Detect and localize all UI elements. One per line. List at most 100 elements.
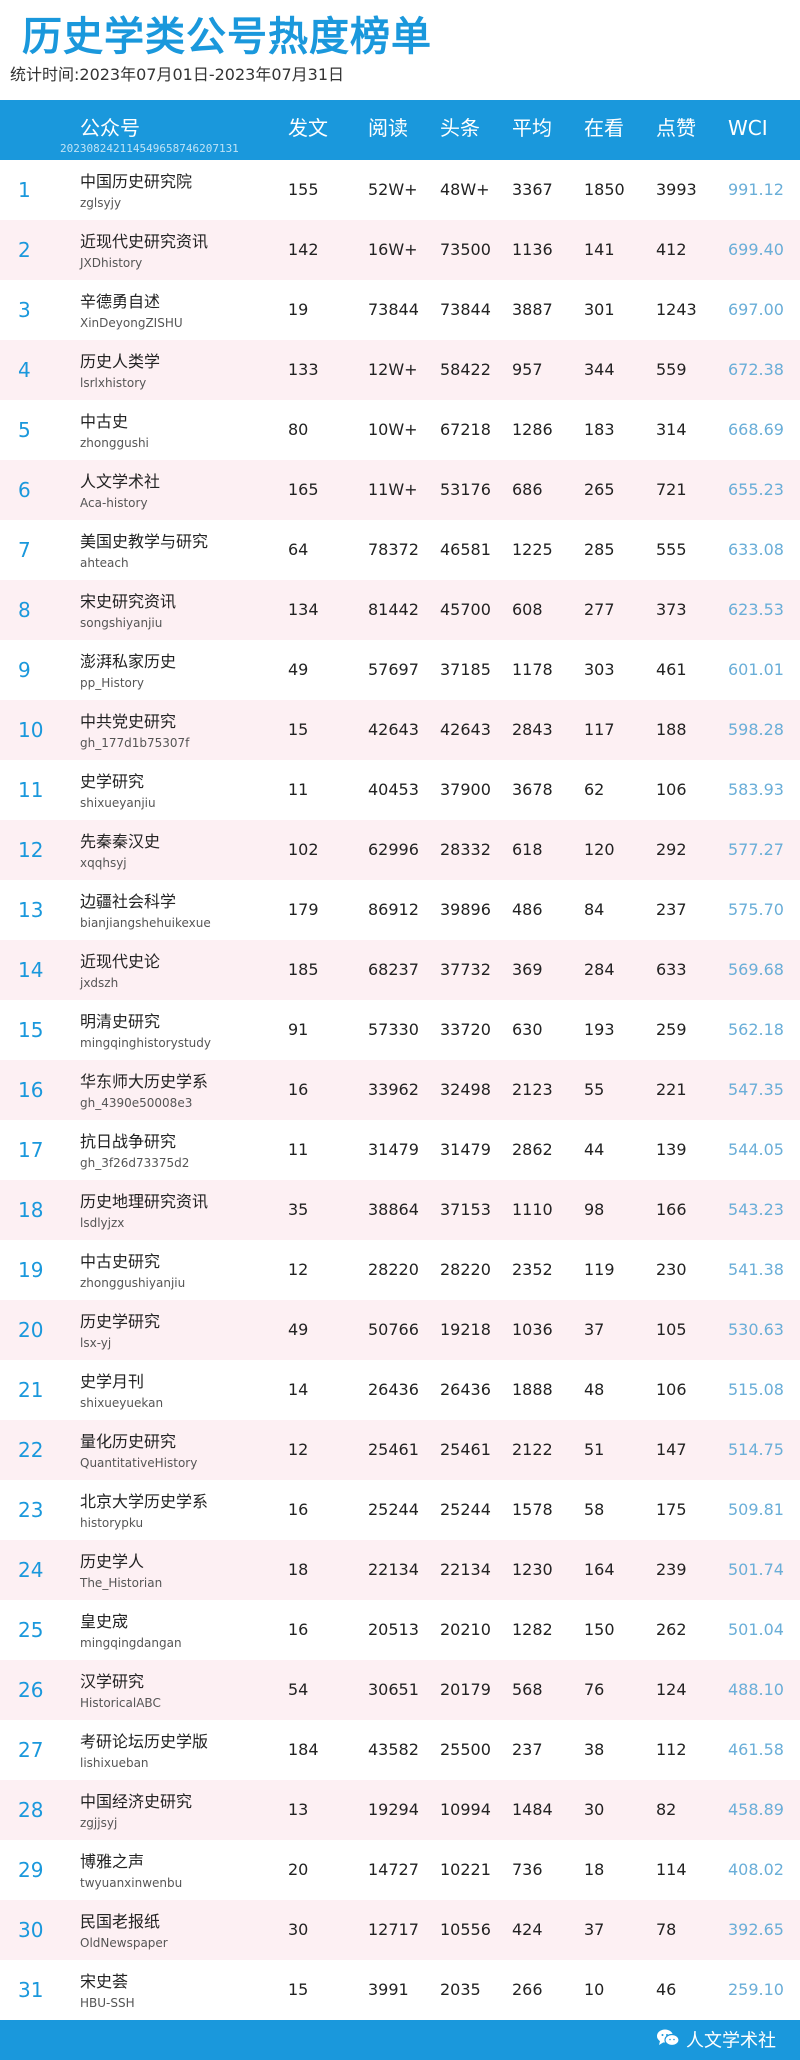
table-row[interactable]: 24 历史学人 The_Historian 18 22134 22134 1230 164 23… [0,1540,800,1600]
account-id: The_Historian [80,1576,163,1590]
table-row[interactable]: 15 明清史研究 mingqinghistorystudy 91 57330 33720 6… [0,1000,800,1060]
account-name[interactable]: 中古史研究 [80,1252,160,1272]
cell-reads: 43582 [368,1740,419,1759]
table-row[interactable]: 27 考研论坛历史学版 lishixueban 184 43582 25500 237 38 1… [0,1720,800,1780]
account-name[interactable]: 宋史研究资讯 [80,592,176,612]
table-row[interactable]: 6 人文学术社 Aca-history 165 11W+ 53176 686 265 721 65… [0,460,800,520]
table-row[interactable]: 9 澎湃私家历史 pp_History 49 57697 37185 1178 303 461 6… [0,640,800,700]
table-row[interactable]: 22 量化历史研究 QuantitativeHistory 12 25461 25461 2… [0,1420,800,1480]
account-name[interactable]: 历史学人 [80,1552,144,1572]
account-name[interactable]: 历史学研究 [80,1312,160,1332]
brand-badge[interactable]: 人文学术社 [656,2028,776,2055]
cell-likes: 114 [656,1860,687,1879]
table-row[interactable]: 10 中共党史研究 gh_177d1b75307f 15 42643 42643 2843 1… [0,700,800,760]
rank-number: 19 [18,1258,44,1282]
account-name[interactable]: 北京大学历史学系 [80,1492,208,1512]
account-id: songshiyanjiu [80,616,163,630]
account-name[interactable]: 博雅之声 [80,1852,144,1872]
table-row[interactable]: 16 华东师大历史学系 gh_4390e50008e3 16 33962 32498 212… [0,1060,800,1120]
account-name[interactable]: 澎湃私家历史 [80,652,176,672]
table-row[interactable]: 25 皇史宬 mingqingdangan 16 20513 20210 1282 150 26… [0,1600,800,1660]
col-account[interactable]: 公众号 [80,116,140,140]
table-row[interactable]: 13 边疆社会科学 bianjiangshehuikexue 179 86912 3989… [0,880,800,940]
table-row[interactable]: 12 先秦秦汉史 xqqhsyj 102 62996 28332 618 120 292 577.… [0,820,800,880]
account-name[interactable]: 先秦秦汉史 [80,832,160,852]
col-likes[interactable]: 点赞 [656,116,696,140]
account-id: gh_3f26d73375d2 [80,1156,190,1170]
col-headline[interactable]: 头条 [440,116,480,140]
cell-looking: 344 [584,360,615,379]
account-name[interactable]: 考研论坛历史学版 [80,1732,208,1752]
account-name[interactable]: 历史地理研究资讯 [80,1192,208,1212]
cell-looking: 183 [584,420,615,439]
account-name[interactable]: 中古史 [80,412,128,432]
table-row[interactable]: 5 中古史 zhonggushi 80 10W+ 67218 1286 183 314 668.6… [0,400,800,460]
cell-avg: 2843 [512,720,553,739]
account-name[interactable]: 明清史研究 [80,1012,160,1032]
account-name[interactable]: 美国史教学与研究 [80,532,208,552]
cell-looking: 120 [584,840,615,859]
col-wci[interactable]: WCI [728,116,768,140]
cell-looking: 10 [584,1980,605,1999]
table-row[interactable]: 2 近现代史研究资讯 JXDhistory 142 16W+ 73500 1136 141 41… [0,220,800,280]
account-name[interactable]: 人文学术社 [80,472,160,492]
account-name[interactable]: 汉学研究 [80,1672,144,1692]
cell-posts: 49 [288,660,309,679]
account-name[interactable]: 史学研究 [80,772,144,792]
table-row[interactable]: 7 美国史教学与研究 ahteach 64 78372 46581 1225 285 555 63… [0,520,800,580]
cell-likes: 112 [656,1740,687,1759]
cell-reads: 14727 [368,1860,419,1879]
table-row[interactable]: 28 中国经济史研究 zgjjsyj 13 19294 10994 1484 30 82 458.… [0,1780,800,1840]
rank-number: 1 [18,178,31,202]
table-row[interactable]: 31 宋史荟 HBU-SSH 15 3991 2035 266 10 46 259.10 [0,1960,800,2020]
account-name[interactable]: 皇史宬 [80,1612,128,1632]
table-row[interactable]: 11 史学研究 shixueyanjiu 11 40453 37900 3678 62 106 5… [0,760,800,820]
account-name[interactable]: 宋史荟 [80,1972,128,1992]
table-row[interactable]: 14 近现代史论 jxdszh 185 68237 37732 369 284 633 569.6… [0,940,800,1000]
account-name[interactable]: 边疆社会科学 [80,892,176,912]
table-row[interactable]: 19 中古史研究 zhonggushiyanjiu 12 28220 28220 2352 1… [0,1240,800,1300]
account-name[interactable]: 中国历史研究院 [80,172,192,192]
table-row[interactable]: 8 宋史研究资讯 songshiyanjiu 134 81442 45700 608 277 3… [0,580,800,640]
col-looking[interactable]: 在看 [584,116,624,140]
table-row[interactable]: 18 历史地理研究资讯 lsdlyjzx 35 38864 37153 1110 98 166 5… [0,1180,800,1240]
account-name[interactable]: 华东师大历史学系 [80,1072,208,1092]
table-row[interactable]: 20 历史学研究 lsx-yj 49 50766 19218 1036 37 105 530.63 [0,1300,800,1360]
cell-avg: 1136 [512,240,553,259]
cell-wci: 408.02 [728,1860,784,1879]
rank-number: 30 [18,1918,44,1942]
table-row[interactable]: 17 抗日战争研究 gh_3f26d73375d2 11 31479 31479 2862 4… [0,1120,800,1180]
cell-headline: 10994 [440,1800,491,1819]
cell-looking: 44 [584,1140,605,1159]
account-name[interactable]: 历史人类学 [80,352,160,372]
account-name[interactable]: 民国老报纸 [80,1912,160,1932]
cell-headline: 10556 [440,1920,491,1939]
account-name[interactable]: 中国经济史研究 [80,1792,192,1812]
account-name[interactable]: 中共党史研究 [80,712,176,732]
table-row[interactable]: 23 北京大学历史学系 historypku 16 25244 25244 1578 58 17… [0,1480,800,1540]
account-name[interactable]: 近现代史研究资讯 [80,232,208,252]
cell-reads: 57330 [368,1020,419,1039]
table-row[interactable]: 30 民国老报纸 OldNewspaper 30 12717 10556 424 37 78 39… [0,1900,800,1960]
col-posts[interactable]: 发文 [288,116,328,140]
cell-headline: 32498 [440,1080,491,1099]
cell-avg: 3678 [512,780,553,799]
table-row[interactable]: 4 历史人类学 lsrlxhistory 133 12W+ 58422 957 344 559 6… [0,340,800,400]
table-row[interactable]: 29 博雅之声 twyuanxinwenbu 20 14727 10221 736 18 114… [0,1840,800,1900]
account-name[interactable]: 近现代史论 [80,952,160,972]
account-name[interactable]: 量化历史研究 [80,1432,176,1452]
account-id: twyuanxinwenbu [80,1876,183,1890]
account-id: ahteach [80,556,129,570]
table-row[interactable]: 3 辛德勇自述 XinDeyongZISHU 19 73844 73844 3887 301 1… [0,280,800,340]
table-row[interactable]: 26 汉学研究 HistoricalABC 54 30651 20179 568 76 124 4… [0,1660,800,1720]
account-name[interactable]: 抗日战争研究 [80,1132,176,1152]
col-avg[interactable]: 平均 [512,116,552,140]
table-row[interactable]: 1 中国历史研究院 zglsyjy 155 52W+ 48W+ 3367 1850 3993 99… [0,160,800,220]
account-id: shixueyanjiu [80,796,156,810]
account-name[interactable]: 史学月刊 [80,1372,144,1392]
rank-number: 2 [18,238,31,262]
table-row[interactable]: 21 史学月刊 shixueyuekan 14 26436 26436 1888 48 106 5… [0,1360,800,1420]
col-reads[interactable]: 阅读 [368,116,408,140]
account-name[interactable]: 辛德勇自述 [80,292,160,312]
account-id: bianjiangshehuikexue [80,916,211,930]
